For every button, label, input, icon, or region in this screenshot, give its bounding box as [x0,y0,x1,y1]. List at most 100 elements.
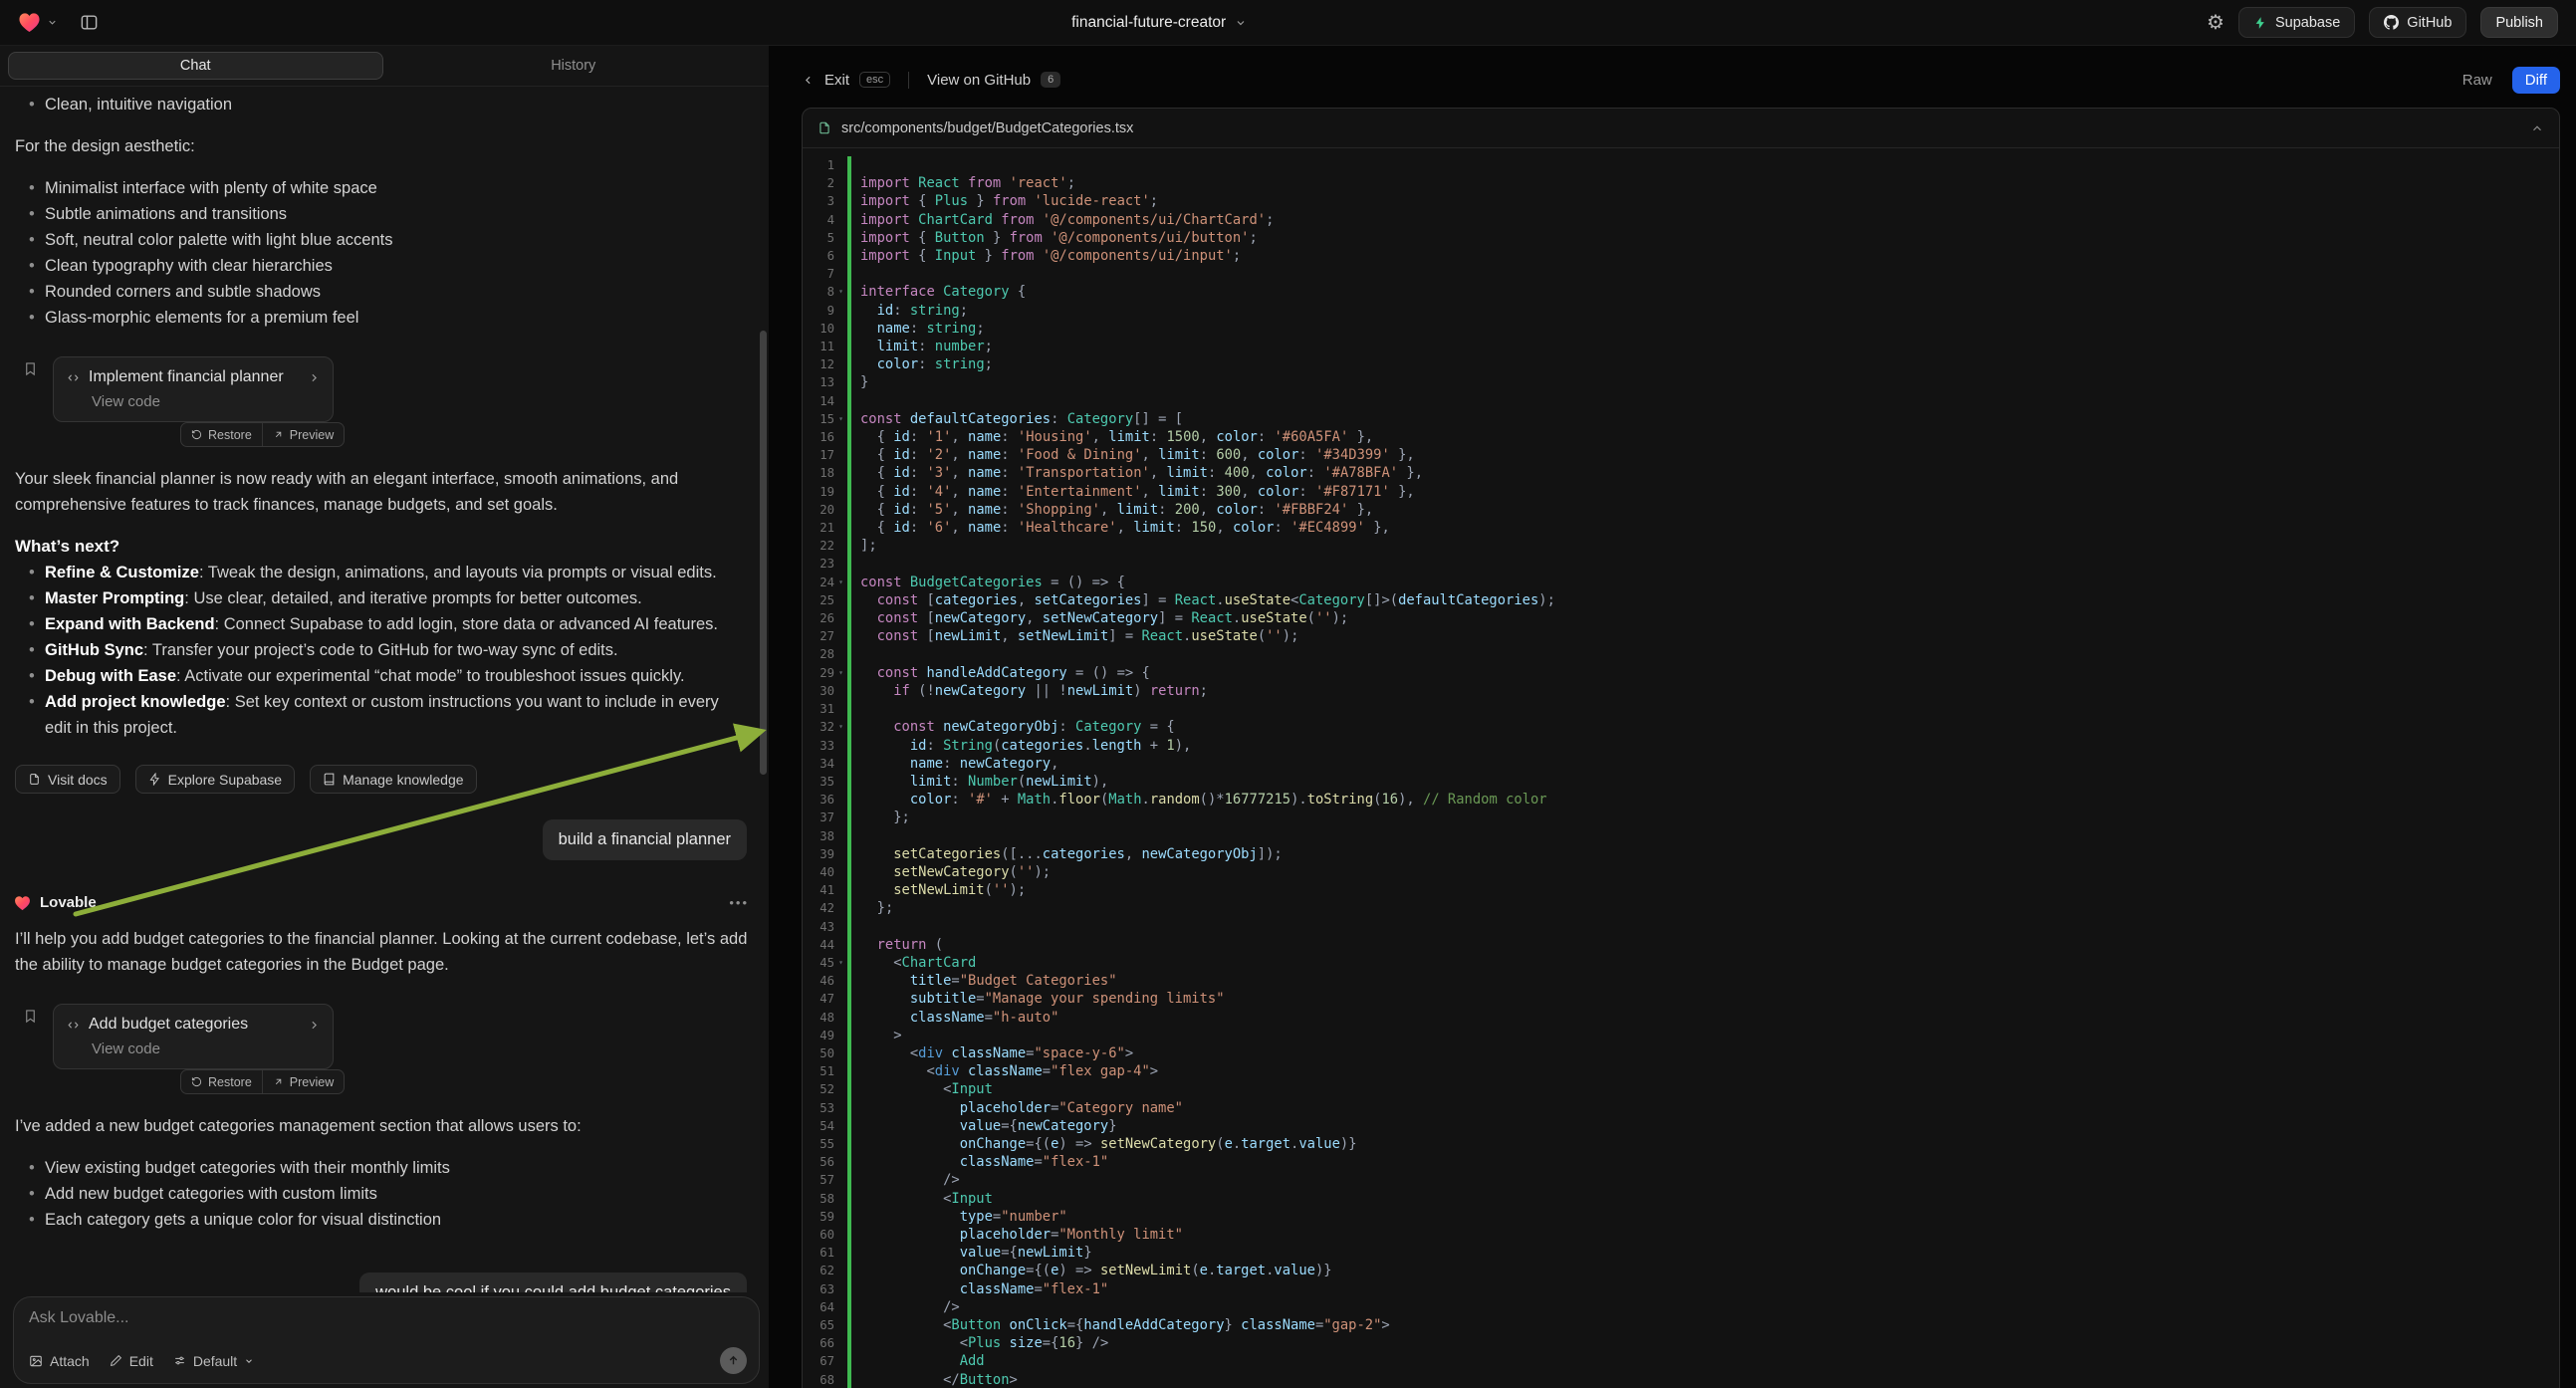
code-line: 8▾interface Category { [803,283,2559,301]
code-line: 54 value={newCategory} [803,1117,2559,1135]
restore-button[interactable]: Restore [181,423,262,446]
next-step-item: Add project knowledge: Set key context o… [14,689,749,741]
code-line: 60 placeholder="Monthly limit" [803,1226,2559,1244]
code-line: 38 [803,827,2559,845]
restore-preview-bar: Restore Preview [180,1069,345,1094]
fold-chevron-icon[interactable]: ▾ [834,954,847,972]
fold-gutter [834,338,847,355]
tab-chat[interactable]: Chat [8,52,383,80]
bookmark-icon[interactable] [23,356,38,448]
view-code-link[interactable]: View code [92,391,321,413]
work-card-title: Add budget categories [89,1013,248,1037]
fold-chevron-icon[interactable]: ▾ [834,283,847,301]
exit-button[interactable]: Exit [824,72,849,89]
project-switcher[interactable]: financial-future-creator [1071,14,1247,32]
fold-gutter [834,501,847,519]
tab-history[interactable]: History [386,52,762,80]
fold-chevron-icon[interactable]: ▾ [834,718,847,736]
fold-gutter [834,627,847,645]
lovable-logo[interactable] [18,12,41,33]
code-line: 3import { Plus } from 'lucide-react'; [803,192,2559,210]
edit-button[interactable]: Edit [110,1353,153,1369]
fold-gutter [834,156,847,174]
composer-toolbar: Attach Edit Default [29,1347,747,1374]
raw-toggle-button[interactable]: Raw [2453,67,2502,94]
chevron-down-icon [1235,17,1247,29]
restore-button[interactable]: Restore [181,1070,262,1093]
view-code-link[interactable]: View code [92,1039,321,1060]
user-message: would be cool if you could add budget ca… [359,1272,747,1292]
fold-gutter [834,1062,847,1080]
fold-chevron-icon[interactable]: ▾ [834,410,847,428]
image-icon [29,1354,43,1368]
fold-gutter [834,773,847,791]
bookmark-icon[interactable] [23,1004,38,1095]
code-line: 65 <Button onClick={handleAddCategory} c… [803,1316,2559,1334]
code-line: 33 id: String(categories.length + 1), [803,737,2559,755]
code-line: 23 [803,555,2559,573]
chat-scrollbar[interactable] [760,331,767,775]
github-button[interactable]: GitHub [2369,7,2466,38]
fold-gutter [834,355,847,373]
supabase-button[interactable]: Supabase [2238,7,2355,38]
logo-menu-button[interactable] [47,17,58,28]
chevron-down-icon [47,17,58,28]
attach-button[interactable]: Attach [29,1353,90,1369]
code-line: 40 setNewCategory(''); [803,863,2559,881]
file-header[interactable]: src/components/budget/BudgetCategories.t… [803,109,2559,148]
send-button[interactable] [720,1347,747,1374]
fold-gutter [834,845,847,863]
work-card-column: Implement financial planner View code Re… [53,356,345,448]
collapse-button[interactable] [2530,121,2544,135]
chat-input[interactable] [29,1309,458,1327]
code-card: src/components/budget/BudgetCategories.t… [802,108,2560,1388]
code-line: 11 limit: number; [803,338,2559,355]
fold-gutter [834,1244,847,1262]
publish-button[interactable]: Publish [2480,7,2558,38]
bullet-item: Each category gets a unique color for vi… [14,1207,749,1233]
explore-supabase-button[interactable]: Explore Supabase [135,765,295,794]
fold-gutter [834,446,847,464]
chevron-left-icon [802,74,815,87]
work-card-implement[interactable]: Implement financial planner View code [53,356,334,422]
message-menu-button[interactable]: ••• [729,890,749,916]
visit-docs-button[interactable]: Visit docs [15,765,120,794]
work-card-budget[interactable]: Add budget categories View code [53,1004,334,1069]
diff-toggle-button[interactable]: Diff [2512,67,2560,94]
bullet-item: Soft, neutral color palette with light b… [14,227,749,253]
fold-chevron-icon[interactable]: ▾ [834,574,847,591]
topbar: financial-future-creator ⚙ Supabase GitH… [0,0,2576,46]
preview-button[interactable]: Preview [262,1070,344,1093]
sidebar-toggle-button[interactable] [80,13,99,32]
fold-gutter [834,1153,847,1171]
code-line: 41 setNewLimit(''); [803,881,2559,899]
mode-select[interactable]: Default [173,1353,254,1369]
work-item-implement: Implement financial planner View code Re… [23,356,749,448]
fold-gutter [834,755,847,773]
fold-chevron-icon[interactable]: ▾ [834,664,847,682]
quick-actions: Visit docs Explore Supabase Manage knowl… [15,765,749,794]
book-icon [323,773,336,786]
heart-icon [14,895,31,911]
code-line: 4import ChartCard from '@/components/ui/… [803,211,2559,229]
chevron-up-icon [2530,121,2544,135]
preview-button[interactable]: Preview [262,423,344,446]
external-link-icon [273,429,284,440]
manage-knowledge-button[interactable]: Manage knowledge [310,765,476,794]
code-line: 57 /> [803,1171,2559,1189]
ready-paragraph: Your sleek financial planner is now read… [15,466,749,518]
composer: Attach Edit Default [13,1296,760,1384]
fold-gutter [834,1009,847,1027]
code-line: 7 [803,265,2559,283]
fold-gutter [834,591,847,609]
design-bullets: Minimalist interface with plenty of whit… [14,175,749,331]
fold-gutter [834,1044,847,1062]
view-on-github-link[interactable]: View on GitHub [927,72,1031,89]
sidebar-panel-icon [80,13,99,32]
whats-next-heading: What’s next? [15,534,749,560]
fold-gutter [834,247,847,265]
settings-button[interactable]: ⚙ [2207,13,2225,33]
code-line: 50 <div className="space-y-6"> [803,1044,2559,1062]
code-line: 32▾ const newCategoryObj: Category = { [803,718,2559,736]
next-step-item: GitHub Sync: Transfer your project’s cod… [14,637,749,663]
